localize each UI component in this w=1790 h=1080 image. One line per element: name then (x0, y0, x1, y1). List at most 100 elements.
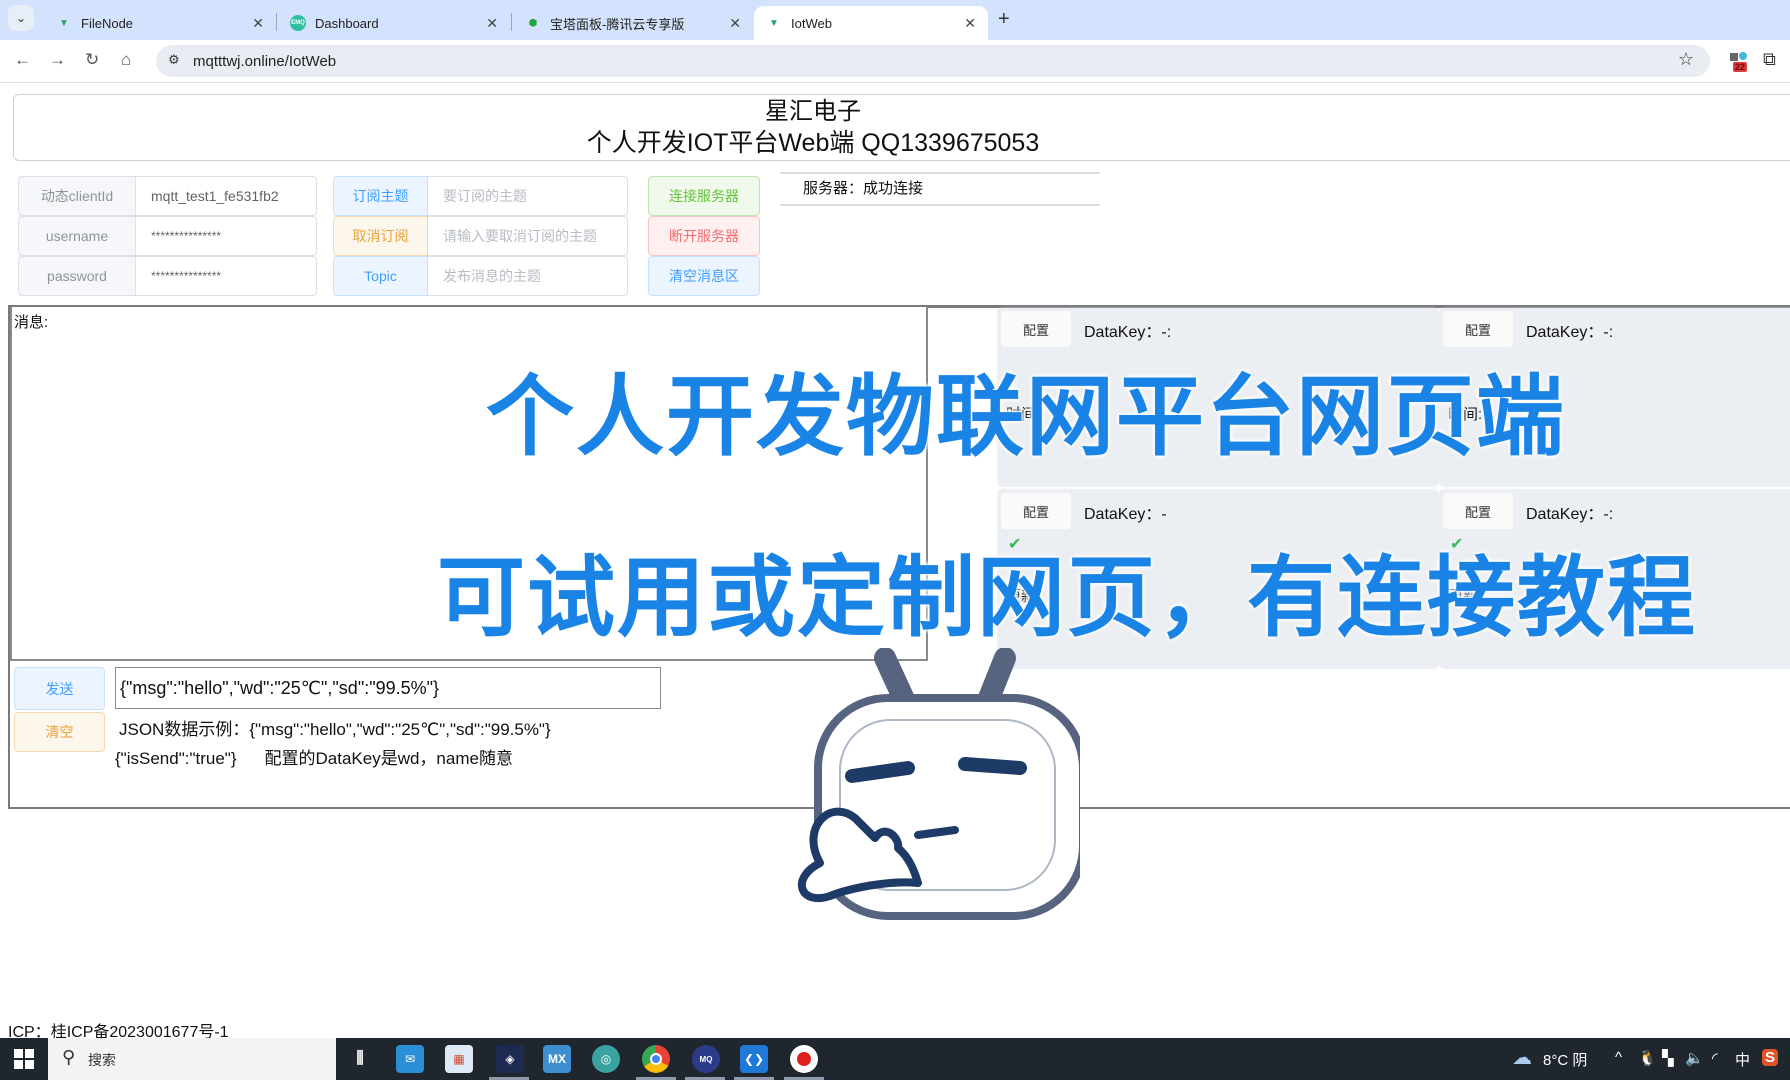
mascot-eye (958, 757, 1027, 775)
client-id-row: 动态clientId mqtt_test1_fe531fb2 (18, 176, 317, 216)
unsubscribe-topic-input[interactable]: 请输入要取消订阅的主题 (428, 216, 628, 256)
edge-beta-icon[interactable]: ◎ (592, 1045, 620, 1073)
emqx-icon: EMQ (290, 15, 306, 31)
datakey-label: DataKey：- (1084, 506, 1167, 523)
topic-label: Topic (333, 256, 428, 296)
address-bar[interactable]: ⚙ mqtttwj.online/IotWeb ☆ (156, 45, 1710, 77)
home-icon[interactable]: ⌂ (121, 50, 131, 70)
mx-app-icon[interactable]: MX (543, 1045, 571, 1073)
taskbar-search-placeholder: 搜索 (88, 1052, 116, 1068)
site-settings-icon[interactable]: ⚙ (168, 52, 180, 68)
config-button[interactable]: 配置 (1443, 311, 1513, 347)
new-tab-button[interactable]: + (998, 8, 1010, 31)
windows-start-icon[interactable] (14, 1049, 34, 1069)
disconnect-server-button[interactable]: 断开服务器 (648, 216, 760, 256)
vue-logo-icon: ▼ (769, 17, 779, 29)
publish-topic-row: Topic 发布消息的主题 (333, 256, 628, 296)
is-send-example: {"isSend":"true"} (115, 749, 237, 768)
browser-tab-dashboard[interactable]: EMQ Dashboard ✕ (278, 6, 510, 40)
publish-topic-input[interactable]: 发布消息的主题 (428, 256, 628, 296)
chrome-icon[interactable] (642, 1045, 670, 1073)
datakey-label: DataKey：-: (1084, 324, 1172, 341)
password-label: password (18, 256, 136, 296)
tab-separator (276, 13, 277, 31)
mail-icon[interactable]: ✉ (396, 1045, 424, 1073)
clear-input-button[interactable]: 清空 (14, 712, 105, 752)
datakey-label: DataKey：-: (1526, 506, 1614, 523)
message-input[interactable]: {"msg":"hello","wd":"25℃","sd":"99.5%"} (115, 667, 661, 709)
overlay-caption-line2: 可试用或定制网页，有连接教程 (437, 546, 1698, 649)
browser-tab-iotweb[interactable]: ▼ IotWeb ✕ (754, 6, 988, 40)
brand-title: 星汇电子 (765, 98, 861, 125)
vscode-icon[interactable]: ❮❯ (740, 1045, 768, 1073)
tab-title: IotWeb (791, 15, 832, 31)
extension-glyph (1730, 53, 1738, 61)
tab-search-button[interactable]: ⌄ (8, 5, 34, 31)
mqtt-app-icon[interactable]: MQ (692, 1045, 720, 1073)
tray-overflow-icon[interactable]: ^ (1615, 1049, 1622, 1066)
close-tab-icon[interactable]: ✕ (486, 15, 498, 32)
password-input[interactable]: *************** (136, 256, 317, 296)
url-text[interactable]: mqtttwj.online/IotWeb (193, 53, 336, 70)
tray-app-icon[interactable]: ▚ (1662, 1049, 1674, 1067)
datakey-hint: 配置的DataKey是wd，name随意 (264, 749, 513, 768)
extension-glyph (1739, 52, 1747, 60)
config-button[interactable]: 配置 (1443, 493, 1513, 529)
forward-icon[interactable]: → (49, 50, 66, 70)
client-id-label: 动态clientId (18, 176, 136, 216)
windows-taskbar: ⚲ 搜索 ⫼ ✉ ▦ ◈ MX ◎ MQ ❮❯ ☁ 8°C 阴 ^ 🐧 ▚ 🔈 … (0, 1038, 1790, 1080)
task-view-icon[interactable]: ⫼ (346, 1045, 374, 1073)
send-button[interactable]: 发送 (14, 667, 105, 710)
search-icon: ⚲ (62, 1047, 76, 1067)
back-icon[interactable]: ← (14, 50, 31, 70)
close-tab-icon[interactable]: ✕ (252, 15, 264, 32)
page-header: 星汇电子 个人开发IOT平台Web端 QQ1339675053 (13, 94, 1790, 161)
browser-toolbar: ← → ↻ ⌂ ⚙ mqtttwj.online/IotWeb ☆ 22 ⧉ (0, 40, 1790, 83)
weather-text[interactable]: 8°C 阴 (1543, 1049, 1587, 1070)
tab-title: 宝塔面板-腾讯云专享版 (550, 16, 685, 32)
network-icon[interactable]: ◜ (1712, 1049, 1718, 1067)
taskbar-search[interactable]: ⚲ 搜索 (48, 1038, 336, 1080)
shield-icon: ⬢ (528, 17, 538, 29)
store-icon[interactable]: ▦ (445, 1045, 473, 1073)
subscribe-row: 订阅主题 要订阅的主题 (333, 176, 628, 216)
datakey-label: DataKey：-: (1526, 324, 1614, 341)
browser-tab-filenode[interactable]: ▼ FileNode ✕ (44, 6, 276, 40)
subscribe-topic-input[interactable]: 要订阅的主题 (428, 176, 628, 216)
config-button[interactable]: 配置 (1001, 311, 1071, 347)
qq-tray-icon[interactable]: 🐧 (1638, 1049, 1657, 1067)
browser-tab-baota[interactable]: ⬢ 宝塔面板-腾讯云专享版 ✕ (513, 6, 753, 40)
volume-icon[interactable]: 🔈 (1685, 1049, 1704, 1067)
close-tab-icon[interactable]: ✕ (729, 15, 741, 32)
password-row: password *************** (18, 256, 317, 296)
reload-icon[interactable]: ↻ (85, 50, 99, 70)
subscribe-button[interactable]: 订阅主题 (333, 176, 428, 216)
game-app-icon[interactable]: ◈ (496, 1045, 524, 1073)
browser-tab-strip: ⌄ ▼ FileNode ✕ EMQ Dashboard ✕ ⬢ 宝塔面板-腾讯… (0, 0, 1790, 40)
clear-messages-button[interactable]: 清空消息区 (648, 256, 760, 296)
tab-title: FileNode (81, 15, 134, 31)
unsubscribe-button[interactable]: 取消订阅 (333, 216, 428, 256)
extension-icon[interactable]: 22 (1730, 52, 1752, 75)
overlay-caption-line1: 个人开发物联网平台网页端 (486, 365, 1567, 468)
weather-cloud-icon[interactable]: ☁ (1512, 1045, 1532, 1070)
close-tab-icon[interactable]: ✕ (964, 15, 976, 32)
ime-indicator[interactable]: 中 (1735, 1049, 1750, 1070)
json-example-hint: JSON数据示例：{"msg":"hello","wd":"25℃","sd":… (119, 720, 551, 739)
sogou-ime-icon[interactable]: S (1762, 1049, 1779, 1066)
client-id-input[interactable]: mqtt_test1_fe531fb2 (136, 176, 317, 216)
connect-server-button[interactable]: 连接服务器 (648, 176, 760, 216)
tab-separator (511, 13, 512, 31)
extensions-puzzle-icon[interactable]: ⧉ (1763, 49, 1776, 70)
username-input[interactable]: *************** (136, 216, 317, 256)
mascot-sticker-icon (797, 648, 1080, 920)
send-hint: {"isSend":"true"} 配置的DataKey是wd，name随意 (115, 744, 513, 769)
bookmark-star-icon[interactable]: ☆ (1678, 49, 1694, 70)
config-button[interactable]: 配置 (1001, 493, 1071, 529)
recorder-icon[interactable] (790, 1045, 818, 1073)
mascot-mouth (914, 826, 959, 839)
username-row: username *************** (18, 216, 317, 256)
mascot-eye (845, 761, 915, 783)
unsubscribe-row: 取消订阅 请输入要取消订阅的主题 (333, 216, 628, 256)
message-label: 消息: (14, 314, 49, 331)
